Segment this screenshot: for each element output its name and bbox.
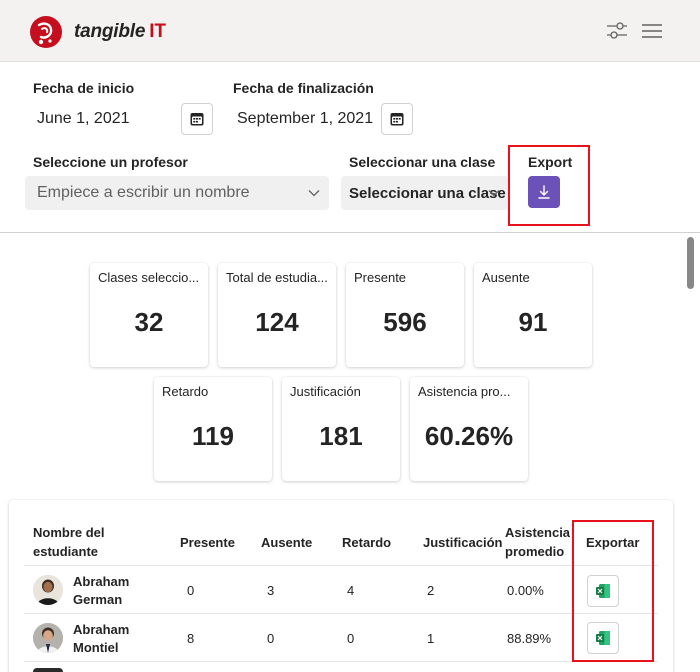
chevron-down-icon	[308, 190, 320, 197]
stat-card-students: Total de estudia... 124	[218, 263, 336, 367]
end-date-label: Fecha de finalización	[233, 80, 374, 96]
export-excel-button[interactable]	[587, 622, 619, 654]
stat-title: Justificación	[290, 384, 361, 399]
stat-value: 60.26%	[424, 421, 514, 451]
row-divider	[24, 613, 658, 614]
end-date-value[interactable]: September 1, 2021	[237, 110, 373, 128]
calendar-icon	[190, 113, 204, 126]
stat-value: 124	[255, 307, 299, 337]
cell-attendance-avg: 0.00%	[507, 583, 544, 598]
cell-absent: 0	[267, 631, 275, 646]
calendar-icon	[390, 113, 404, 126]
stat-title: Total de estudia...	[226, 270, 328, 285]
start-date-label: Fecha de inicio	[33, 80, 135, 96]
cell-late: 0	[347, 631, 355, 646]
cell-present: 0	[187, 583, 195, 598]
col-header-absent[interactable]: Ausente	[261, 533, 312, 552]
student-name[interactable]: Abraham German	[73, 573, 129, 609]
stat-card-absent: Ausente 91	[474, 263, 592, 367]
start-date-value[interactable]: June 1, 2021	[37, 110, 130, 128]
stat-value: 119	[192, 421, 234, 451]
cell-late: 4	[347, 583, 355, 598]
cell-justified: 2	[427, 583, 435, 598]
col-header-justified[interactable]: Justificación	[423, 533, 502, 552]
stat-card-classes: Clases seleccio... 32	[90, 263, 208, 367]
brand-suffix: IT	[149, 21, 166, 42]
download-icon	[538, 185, 550, 199]
stat-value: 32	[134, 307, 164, 337]
row-divider	[24, 565, 658, 566]
col-header-export: Exportar	[586, 535, 640, 550]
stat-title: Retardo	[162, 384, 209, 399]
export-label: Export	[528, 154, 573, 170]
row-divider	[24, 661, 658, 662]
avatar	[33, 575, 63, 605]
class-label: Seleccionar una clase	[349, 154, 496, 170]
stat-card-justified: Justificación 181	[282, 377, 400, 481]
stat-card-attendance: Asistencia pro... 60.26%	[410, 377, 528, 481]
stat-title: Presente	[354, 270, 407, 285]
export-download-button[interactable]	[528, 176, 560, 208]
col-header-present[interactable]: Presente	[180, 533, 235, 552]
teacher-placeholder: Empiece a escribir un nombre	[37, 184, 250, 201]
section-divider	[0, 232, 700, 233]
stat-card-present: Presente 596	[346, 263, 464, 367]
excel-icon	[596, 631, 610, 645]
class-dropdown[interactable]: Seleccionar una clase	[341, 176, 509, 210]
hamburger-menu-icon[interactable]	[641, 20, 663, 42]
stat-card-late: Retardo 119	[154, 377, 272, 481]
chevron-down-icon	[488, 190, 500, 197]
avatar	[33, 668, 63, 672]
cell-justified: 1	[427, 631, 435, 646]
cell-attendance-avg: 88.89%	[507, 631, 552, 646]
stat-title: Ausente	[482, 270, 530, 285]
brand-name: tangible IT	[74, 21, 166, 42]
class-dropdown-value: Seleccionar una clase	[349, 184, 506, 202]
cell-absent: 3	[267, 583, 275, 598]
avatar	[33, 623, 63, 653]
col-header-attendance-avg[interactable]: Asistencia promedio	[505, 523, 570, 561]
stat-value: 596	[383, 307, 427, 337]
filter-settings-icon[interactable]	[606, 20, 628, 42]
scrollbar-thumb[interactable]	[687, 237, 694, 289]
tangible-logo-icon	[30, 16, 62, 48]
student-name[interactable]: Abraham Montiel	[73, 621, 129, 657]
export-excel-button[interactable]	[587, 575, 619, 607]
stat-title: Asistencia pro...	[418, 384, 511, 399]
excel-icon	[596, 584, 610, 598]
stat-title: Clases seleccio...	[98, 270, 200, 285]
app-header: tangible IT	[0, 0, 700, 62]
col-header-name[interactable]: Nombre del estudiante	[33, 523, 105, 561]
end-calendar-button[interactable]	[381, 103, 413, 135]
stat-value: 181	[319, 421, 363, 451]
cell-present: 8	[187, 631, 195, 646]
teacher-label: Seleccione un profesor	[33, 154, 188, 170]
col-header-late[interactable]: Retardo	[342, 533, 391, 552]
start-calendar-button[interactable]	[181, 103, 213, 135]
teacher-search-input[interactable]: Empiece a escribir un nombre	[25, 176, 329, 210]
stat-value: 91	[518, 307, 548, 337]
